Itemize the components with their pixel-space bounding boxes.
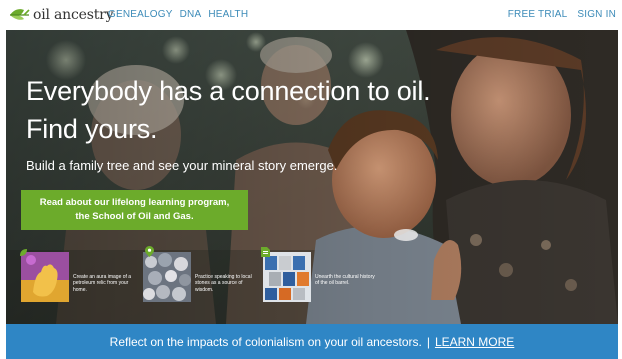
activity-card-stones[interactable]: Practice speaking to local stones as a s… [143, 246, 259, 304]
oil-barrels-thumbnail [261, 247, 311, 302]
logo-wordmark: oil ancestry [33, 7, 114, 23]
activity-card-oil-barrel[interactable]: Unearth the cultural history of the oil … [261, 247, 379, 304]
learn-more-link[interactable]: LEARN MORE [435, 335, 514, 349]
nav-free-trial[interactable]: FREE TRIAL [508, 9, 568, 20]
leaf-logo-icon [10, 9, 30, 20]
cta-line-1: Read about our lifelong learning program… [39, 197, 230, 208]
colonialism-banner: Reflect on the impacts of colonialism on… [6, 324, 618, 359]
hero-subhead: Build a family tree and see your mineral… [26, 158, 338, 173]
nav-genealogy[interactable]: GENEALOGY [108, 9, 173, 20]
nav-dna[interactable]: DNA [180, 9, 202, 20]
stones-thumbnail [143, 246, 191, 302]
document-icon [261, 247, 270, 257]
banner-separator: | [426, 334, 430, 349]
hero-headline-line-2: Find yours. [26, 114, 158, 144]
hero-headline: Everybody has a connection to oil. Find … [26, 72, 431, 148]
map-pin-icon [145, 246, 154, 257]
nav-sign-in[interactable]: SIGN IN [577, 9, 616, 20]
hero-headline-line-1: Everybody has a connection to oil. [26, 76, 431, 106]
leaf-icon [20, 249, 27, 256]
card-text-oil-barrel: Unearth the cultural history of the oil … [315, 274, 375, 287]
card-text-aura: Create an aura image of a petroleum reli… [73, 274, 132, 293]
top-navigation: oil ancestry GENEALOGY DNA HEALTH FREE T… [0, 0, 622, 30]
nav-health[interactable]: HEALTH [208, 9, 248, 20]
cta-line-2: the School of Oil and Gas. [75, 211, 194, 222]
card-text-stones: Practice speaking to local stones as a s… [195, 274, 252, 293]
activity-card-aura[interactable]: Create an aura image of a petroleum reli… [20, 249, 137, 304]
learning-program-button[interactable]: Read about our lifelong learning program… [21, 190, 248, 230]
hero: Everybody has a connection to oil. Find … [6, 30, 618, 324]
logo[interactable]: oil ancestry [8, 5, 114, 25]
banner-text: Reflect on the impacts of colonialism on… [109, 334, 422, 349]
aura-image-thumbnail [20, 249, 69, 302]
